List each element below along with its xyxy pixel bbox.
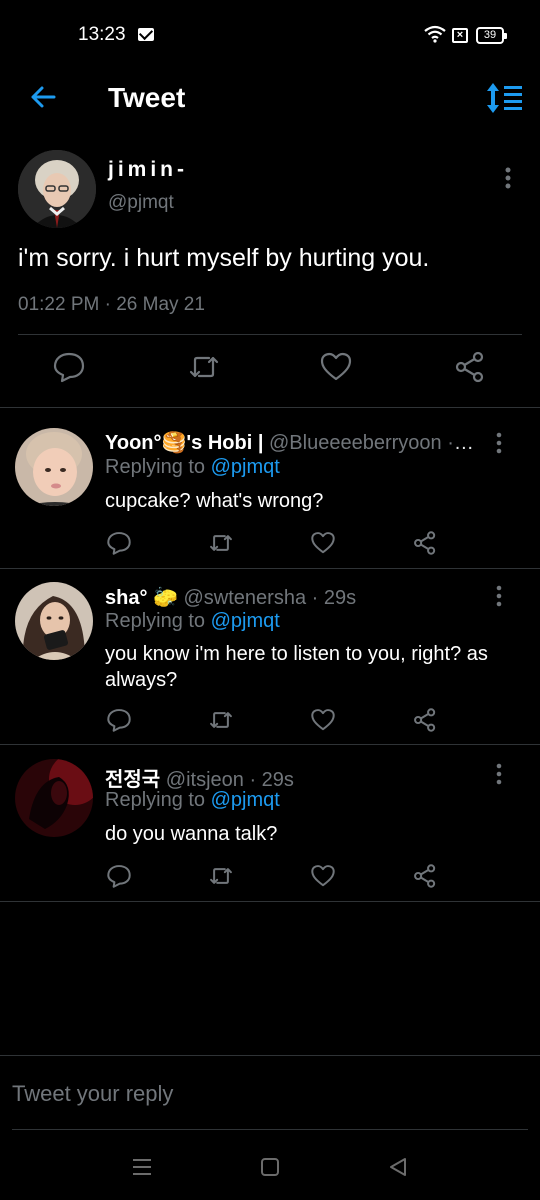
more-icon[interactable]	[496, 432, 502, 454]
page-title: Tweet	[108, 82, 186, 113]
reply-actions	[0, 863, 540, 893]
avatar[interactable]	[15, 759, 93, 837]
app-header: Tweet	[0, 70, 540, 130]
mention-link[interactable]: @pjmqt	[211, 610, 280, 632]
like-icon[interactable]	[310, 530, 336, 556]
reply-icon[interactable]	[106, 707, 132, 733]
more-icon[interactable]	[496, 585, 502, 607]
status-time: 13:23	[78, 24, 126, 45]
reply-input[interactable]	[12, 1076, 522, 1112]
retweet-icon[interactable]	[187, 350, 221, 384]
tweet-timestamp: 01:22 PM · 26 May 21	[18, 294, 205, 315]
home-square-icon[interactable]	[258, 1155, 282, 1179]
back-triangle-icon[interactable]	[386, 1155, 410, 1179]
replying-to: Replying to @pjmqt	[105, 456, 280, 478]
divider	[12, 1129, 528, 1130]
reply-item[interactable]: Yoon°🥞's Hobi | @Blueeeeberryoon · ... R…	[0, 408, 540, 569]
avatar[interactable]	[18, 150, 96, 228]
retweet-icon[interactable]	[208, 863, 234, 889]
status-bar: 13:23 × 39	[0, 0, 540, 70]
retweet-icon[interactable]	[208, 530, 234, 556]
share-icon[interactable]	[453, 350, 487, 384]
mention-link[interactable]: @pjmqt	[211, 789, 280, 811]
divider	[18, 334, 522, 335]
back-arrow-icon[interactable]	[28, 82, 58, 112]
like-icon[interactable]	[310, 863, 336, 889]
author-name[interactable]: jimin-	[108, 158, 188, 182]
reply-item[interactable]: sha° 🧽 @swtenersha · 29s Replying to @pj…	[0, 569, 540, 745]
reply-text: you know i'm here to listen to you, righ…	[105, 643, 488, 691]
more-icon[interactable]	[496, 763, 502, 785]
battery-icon: 39	[476, 27, 507, 44]
replying-to: Replying to @pjmqt	[105, 610, 280, 632]
reply-author-handle[interactable]: @Blueeeeberryoon · ...	[269, 432, 475, 454]
reply-author-name[interactable]: 전정국	[105, 769, 160, 791]
mention-link[interactable]: @pjmqt	[211, 456, 280, 478]
reply-header: sha° 🧽 @swtenersha · 29s	[105, 585, 475, 610]
reply-composer	[0, 1055, 540, 1131]
reply-text: do you wanna talk?	[105, 823, 278, 845]
reply-author-handle[interactable]: @itsjeon · 29s	[166, 769, 294, 791]
reply-item[interactable]: 전정국 @itsjeon · 29s Replying to @pjmqt do…	[0, 745, 540, 902]
reply-actions	[0, 707, 540, 737]
tweet-actions	[0, 350, 540, 390]
reply-header: 전정국 @itsjeon · 29s	[105, 763, 475, 792]
reply-author-name[interactable]: Yoon°🥞's Hobi |	[105, 432, 263, 454]
like-icon[interactable]	[310, 707, 336, 733]
share-icon[interactable]	[412, 707, 438, 733]
more-icon[interactable]	[505, 167, 511, 189]
reply-icon[interactable]	[52, 350, 86, 384]
mail-icon	[138, 28, 154, 41]
avatar[interactable]	[15, 428, 93, 506]
reply-actions	[0, 530, 540, 560]
reply-icon[interactable]	[106, 530, 132, 556]
reply-author-handle[interactable]: @swtenersha · 29s	[183, 587, 356, 609]
retweet-icon[interactable]	[208, 707, 234, 733]
author-handle[interactable]: @pjmqt	[108, 192, 174, 214]
replying-to: Replying to @pjmqt	[105, 789, 280, 811]
share-icon[interactable]	[412, 863, 438, 889]
reply-icon[interactable]	[106, 863, 132, 889]
avatar[interactable]	[15, 582, 93, 660]
reply-text: cupcake? what's wrong?	[105, 490, 324, 512]
tweet-text: i'm sorry. i hurt myself by hurting you.	[18, 244, 430, 272]
reply-author-name[interactable]: sha° 🧽	[105, 587, 178, 609]
sort-icon[interactable]	[484, 82, 524, 114]
main-tweet: jimin- @pjmqt i'm sorry. i hurt myself b…	[0, 140, 540, 408]
system-nav-bar	[0, 1135, 540, 1200]
reply-header: Yoon°🥞's Hobi | @Blueeeeberryoon · ...	[105, 430, 475, 455]
share-icon[interactable]	[412, 530, 438, 556]
x-box-icon: ×	[452, 28, 468, 43]
wifi-icon	[424, 25, 446, 43]
like-icon[interactable]	[319, 350, 353, 384]
menu-icon[interactable]	[130, 1155, 154, 1179]
